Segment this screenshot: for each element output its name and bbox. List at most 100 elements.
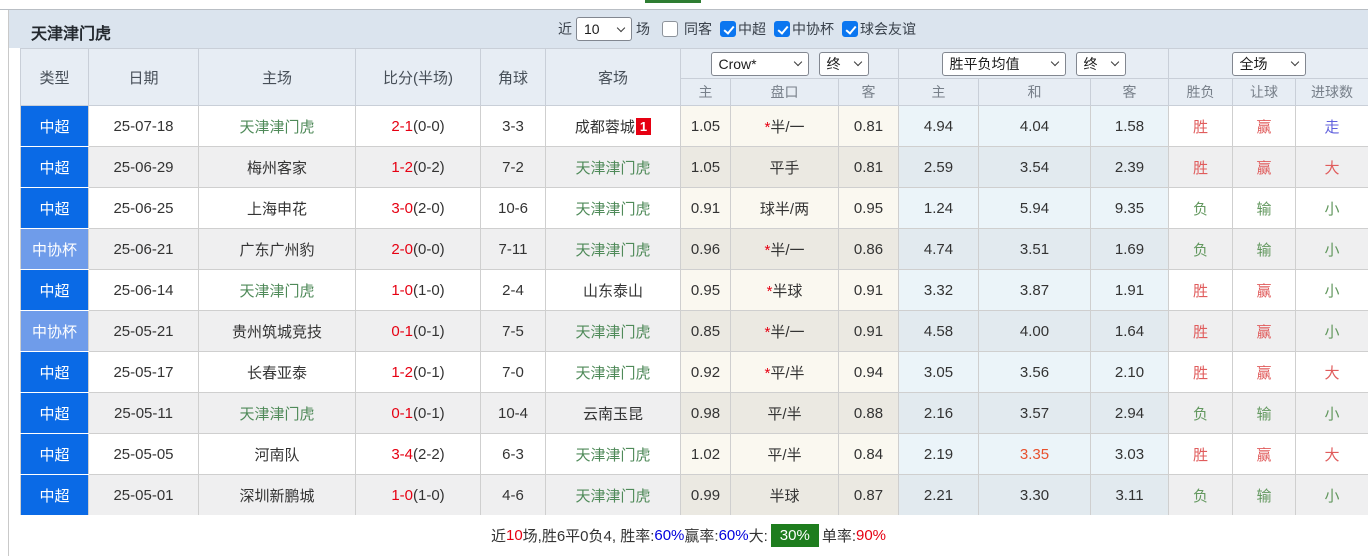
match-date: 25-05-01: [89, 475, 199, 516]
handicap-line: *半/一: [731, 311, 839, 352]
away-team: 天津津门虎: [546, 434, 681, 475]
match-date: 25-06-25: [89, 188, 199, 229]
filter-checkbox-super-league[interactable]: [720, 21, 736, 37]
stat-blue: 60%: [719, 527, 749, 544]
result-handicap: 赢: [1233, 270, 1296, 311]
avg-away-odds: 2.39: [1091, 147, 1169, 188]
avg-home-odds: 2.21: [899, 475, 979, 516]
filter-checkbox-club-friendly[interactable]: [842, 21, 858, 37]
home-team: 天津津门虎: [199, 393, 356, 434]
scope-select[interactable]: 全场: [1232, 52, 1306, 76]
league-type-badge: 中超: [21, 270, 89, 311]
filter-checkbox-same-away[interactable]: [662, 21, 678, 37]
result-goals: 小: [1296, 475, 1368, 516]
away-team-name: 天津津门虎: [575, 365, 650, 382]
odds-period-select[interactable]: 终: [819, 52, 869, 76]
avg-odds-group-header: 胜平负均值 终: [899, 49, 1169, 79]
summary-stats: 近10场,胜6平0负4, 胜率:60% 赢率:60% 大:30% 单率:90%: [9, 515, 1368, 556]
away-odds: 0.81: [839, 147, 899, 188]
odds-company-select[interactable]: Crow*: [711, 52, 809, 76]
avg-draw-odds: 3.87: [979, 270, 1091, 311]
score: 2-0(0-0): [356, 229, 481, 270]
avg-draw-odds: 3.35: [979, 434, 1091, 475]
stat-greenbox: 30%: [771, 524, 819, 547]
fulltime-score: 2-1: [391, 118, 413, 135]
result-goals: 走: [1296, 106, 1368, 147]
avg-home-odds: 3.05: [899, 352, 979, 393]
subcol-avg-away: 客: [1091, 79, 1169, 106]
home-team: 河南队: [199, 434, 356, 475]
league-type-badge: 中协杯: [21, 311, 89, 352]
handicap-line: 半球: [731, 475, 839, 516]
home-odds: 0.85: [681, 311, 731, 352]
recent-count-select[interactable]: 10: [576, 17, 632, 41]
result-handicap: 输: [1233, 393, 1296, 434]
score: 1-2(0-1): [356, 352, 481, 393]
avg-period-select[interactable]: 终: [1076, 52, 1126, 76]
subcol-handicap: 盘口: [731, 79, 839, 106]
away-odds: 0.86: [839, 229, 899, 270]
away-team: 天津津门虎: [546, 188, 681, 229]
stat-red: 10: [506, 527, 523, 544]
handicap-line: 平/半: [731, 434, 839, 475]
match-date: 25-05-21: [89, 311, 199, 352]
home-odds: 0.98: [681, 393, 731, 434]
corners: 7-5: [481, 311, 546, 352]
filter-label-club-friendly: 球会友谊: [860, 19, 916, 39]
select-value: 胜平负均值: [950, 54, 1020, 74]
select-value: 终: [827, 54, 841, 74]
score: 1-0(1-0): [356, 475, 481, 516]
avg-draw-odds: 3.57: [979, 393, 1091, 434]
filter-toolbar: 近 10 场 同客中超中协杯球会友谊: [554, 16, 916, 42]
chevron-down-icon: [617, 23, 625, 31]
away-team: 天津津门虎: [546, 147, 681, 188]
avg-home-odds: 2.16: [899, 393, 979, 434]
avg-away-odds: 3.11: [1091, 475, 1169, 516]
filter-checkbox-fa-cup[interactable]: [774, 21, 790, 37]
filter-label-same-away: 同客: [684, 19, 712, 39]
chevron-down-icon: [1290, 58, 1298, 66]
filter-label-super-league: 中超: [738, 19, 766, 39]
halftime-score: (0-0): [413, 241, 445, 258]
fulltime-score: 1-2: [391, 159, 413, 176]
result-group-header: 全场: [1169, 49, 1368, 79]
home-odds: 0.91: [681, 188, 731, 229]
result-handicap: 赢: [1233, 352, 1296, 393]
score: 0-1(0-1): [356, 311, 481, 352]
fulltime-score: 3-0: [391, 200, 413, 217]
away-team-name: 天津津门虎: [575, 242, 650, 259]
away-team: 成都蓉城1: [546, 106, 681, 147]
score: 3-4(2-2): [356, 434, 481, 475]
col-header-type: 类型: [21, 49, 89, 106]
league-type-badge: 中超: [21, 147, 89, 188]
fulltime-score: 0-1: [391, 323, 413, 340]
corners: 4-6: [481, 475, 546, 516]
score: 3-0(2-0): [356, 188, 481, 229]
avg-away-odds: 3.03: [1091, 434, 1169, 475]
handicap-text: 半/一: [770, 119, 804, 136]
league-type-badge: 中超: [21, 434, 89, 475]
table-row: 中超25-05-01深圳新鹏城1-0(1-0)4-6天津津门虎0.99半球0.8…: [21, 475, 1368, 516]
home-odds: 1.05: [681, 147, 731, 188]
corners: 10-4: [481, 393, 546, 434]
handicap-line: *半/一: [731, 106, 839, 147]
handicap-text: 平/半: [767, 406, 801, 423]
halftime-score: (0-0): [413, 118, 445, 135]
corners: 3-3: [481, 106, 546, 147]
handicap-text: 半/一: [770, 242, 804, 259]
away-team: 云南玉昆: [546, 393, 681, 434]
select-value: 终: [1084, 54, 1098, 74]
avg-home-odds: 2.59: [899, 147, 979, 188]
result-goals: 小: [1296, 311, 1368, 352]
col-header-date: 日期: [89, 49, 199, 106]
result-handicap: 输: [1233, 188, 1296, 229]
avg-odds-select[interactable]: 胜平负均值: [942, 52, 1066, 76]
avg-draw-odds: 5.94: [979, 188, 1091, 229]
table-row: 中协杯25-05-21贵州筑城竞技0-1(0-1)7-5天津津门虎0.85*半/…: [21, 311, 1368, 352]
fulltime-score: 0-1: [391, 405, 413, 422]
handicap-line: 球半/两: [731, 188, 839, 229]
away-team-name: 天津津门虎: [575, 201, 650, 218]
away-odds: 0.91: [839, 311, 899, 352]
match-date: 25-06-29: [89, 147, 199, 188]
score: 2-1(0-0): [356, 106, 481, 147]
